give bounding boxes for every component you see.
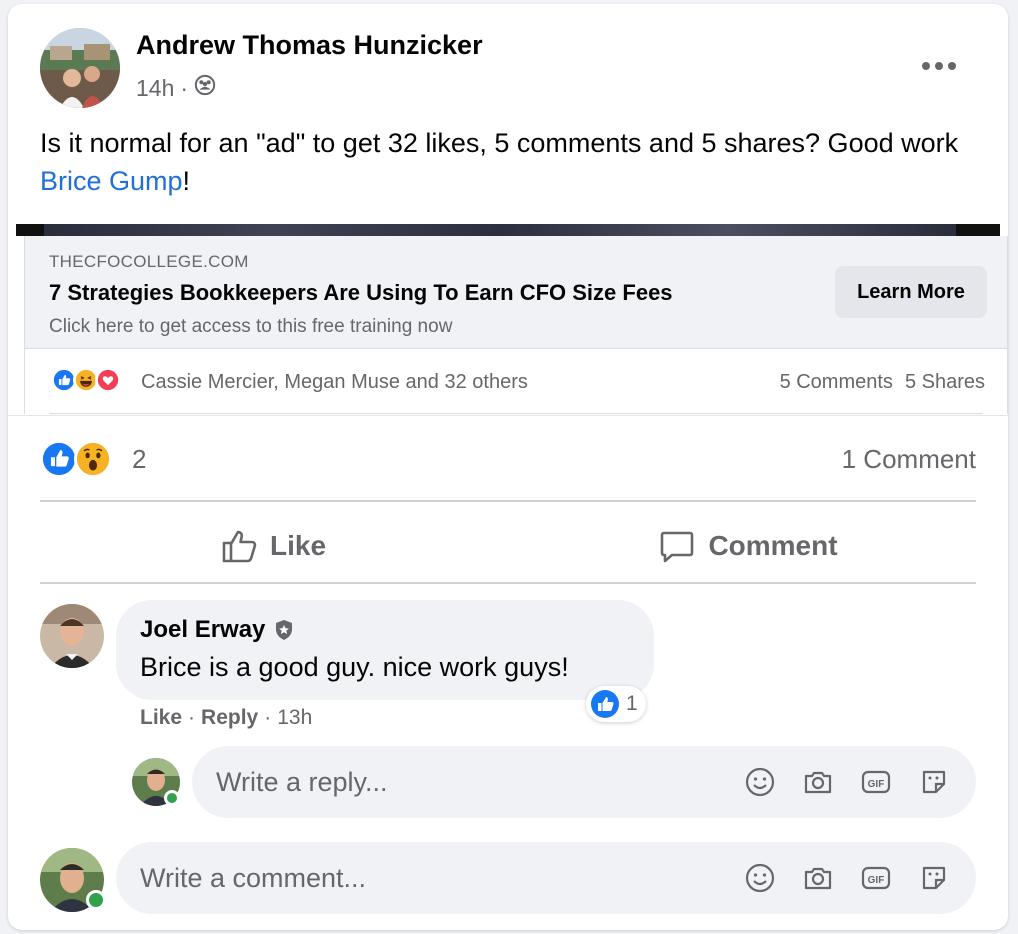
reply-input[interactable] (216, 746, 736, 818)
online-status-indicator (164, 790, 180, 806)
shared-post[interactable]: THECFOCOLLEGE.COM 7 Strategies Bookkeepe… (16, 224, 1008, 416)
group-audience-icon (194, 74, 216, 102)
reaction-icons[interactable] (40, 440, 112, 478)
comment-like-link[interactable]: Like (140, 706, 182, 730)
comment-tools: GIF (744, 842, 950, 914)
camera-icon[interactable] (802, 862, 834, 894)
like-button[interactable]: Like (148, 512, 398, 580)
comment-button[interactable]: Comment (628, 512, 868, 580)
embed-divider (8, 415, 1008, 416)
comment-reaction-badge[interactable]: 1 (586, 686, 646, 722)
svg-text:GIF: GIF (868, 779, 885, 790)
mention-link[interactable]: Brice Gump (40, 166, 183, 196)
link-title[interactable]: 7 Strategies Bookkeepers Are Using To Ea… (49, 280, 673, 306)
divider (40, 582, 976, 584)
link-description: Click here to get access to this free tr… (49, 316, 453, 337)
post-time[interactable]: 14h (136, 75, 174, 102)
link-domain: THECFOCOLLEGE.COM (49, 252, 249, 271)
shared-shares-count[interactable]: 5 Shares (905, 371, 985, 394)
top-contributor-badge-icon[interactable] (273, 619, 295, 641)
divider (40, 500, 976, 502)
love-reaction-icon (95, 367, 121, 393)
comments-count[interactable]: 1 Comment (842, 444, 976, 475)
shared-comments-count[interactable]: 5 Comments (780, 371, 893, 394)
reactions-row: 2 1 Comment (40, 438, 976, 482)
comment-text: Brice is a good guy. nice work guys! (140, 652, 569, 682)
dot: · (264, 706, 272, 729)
svg-text:GIF: GIF (868, 875, 885, 886)
post-text: Is it normal for an "ad" to get 32 likes… (40, 124, 980, 200)
like-label: Like (269, 530, 327, 561)
reply-input-box: GIF (192, 746, 976, 818)
comment-reaction-count: 1 (626, 692, 638, 715)
meta-separator: · (180, 74, 189, 101)
author-name[interactable]: Andrew Thomas Hunzicker (136, 30, 483, 61)
reply-tools: GIF (744, 746, 950, 818)
comment-actions: Like · Reply · 13h (140, 706, 312, 730)
online-status-indicator (86, 890, 106, 910)
post-body-text: Is it normal for an "ad" to get 32 likes… (40, 128, 959, 158)
shared-reactions-bar: Cassie Mercier, Megan Muse and 32 others… (24, 348, 1008, 414)
link-preview[interactable]: THECFOCOLLEGE.COM 7 Strategies Bookkeepe… (24, 236, 1008, 348)
comment-reply-link[interactable]: Reply (201, 706, 258, 730)
comment-input[interactable] (140, 842, 660, 914)
sticker-icon[interactable] (918, 862, 950, 894)
post-body-end: ! (182, 166, 191, 196)
shared-reaction-icons[interactable] (51, 367, 121, 393)
like-reaction-icon (40, 440, 78, 478)
shared-reaction-names[interactable]: Cassie Mercier, Megan Muse and 32 others (141, 371, 528, 394)
sticker-icon[interactable] (918, 766, 950, 798)
more-options-icon[interactable] (916, 48, 962, 84)
comment-icon (661, 531, 694, 563)
gif-icon[interactable]: GIF (860, 766, 892, 798)
camera-icon[interactable] (802, 766, 834, 798)
dot: · (188, 706, 196, 729)
like-reaction-icon (591, 690, 619, 718)
commenter-info: Joel Erway (140, 616, 295, 644)
emoji-icon[interactable] (744, 766, 776, 798)
comment-time[interactable]: 13h (277, 706, 312, 730)
thumbs-up-icon (222, 530, 257, 563)
comment-bubble: Joel Erway Brice is a good guy. nice wor… (116, 600, 654, 700)
post-meta: 14h · (136, 74, 216, 102)
commenter-name[interactable]: Joel Erway (140, 616, 265, 644)
wow-reaction-icon (74, 440, 112, 478)
commenter-avatar[interactable] (40, 604, 104, 668)
shared-counts: 5 Comments 5 Shares (780, 371, 985, 394)
comment-input-box: GIF (116, 842, 976, 914)
gif-icon[interactable]: GIF (860, 862, 892, 894)
emoji-icon[interactable] (744, 862, 776, 894)
post-card: Andrew Thomas Hunzicker 14h · Is it norm… (8, 4, 1008, 930)
author-avatar[interactable] (40, 28, 120, 108)
reaction-count[interactable]: 2 (132, 444, 146, 475)
shared-image[interactable] (16, 224, 1000, 236)
learn-more-button[interactable]: Learn More (835, 266, 987, 318)
comment-label: Comment (708, 530, 838, 561)
